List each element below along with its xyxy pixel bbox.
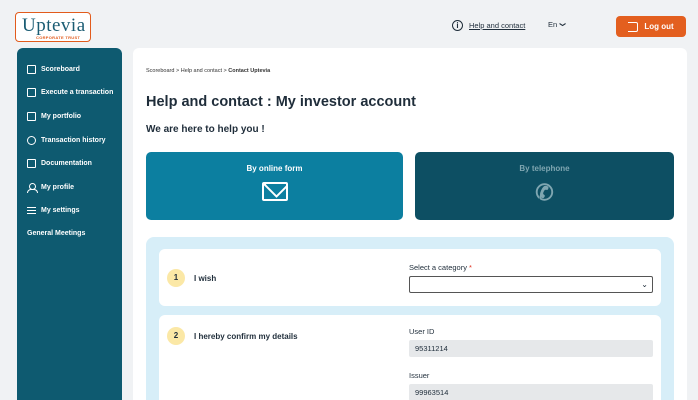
breadcrumb: Scoreboard > Help and contact > Contact … (146, 68, 270, 74)
category-label-text: Select a category (409, 263, 467, 272)
issuer-field: 99963514 (409, 384, 653, 400)
sidebar-item-documentation[interactable]: Documentation (27, 159, 92, 168)
sidebar-item-label: My profile (41, 184, 75, 191)
sidebar-item-label: General Meetings (27, 230, 86, 237)
step-wish-card: 1 I wish Select a category * ⌄ (159, 249, 661, 306)
step-number-badge: 1 (167, 269, 185, 287)
mail-icon (261, 182, 288, 201)
logout-button[interactable]: Log out (616, 16, 686, 37)
sidebar-item-general-meetings[interactable]: General Meetings (27, 230, 85, 237)
settings-icon (27, 206, 36, 215)
transaction-icon (27, 88, 36, 97)
step-number-badge: 2 (167, 327, 185, 345)
step-confirm-details-card: 2 I hereby confirm my details User ID 95… (159, 315, 661, 400)
contact-form: 1 I wish Select a category * ⌄ 2 I hereb… (146, 237, 674, 400)
sidebar-item-label: Scoreboard (41, 66, 80, 73)
sidebar-item-label: Execute a transaction (41, 89, 114, 96)
profile-icon (27, 183, 38, 193)
sidebar-item-label: My settings (41, 207, 80, 214)
category-select[interactable]: ⌄ (409, 276, 653, 293)
user-id-label: User ID (409, 327, 435, 336)
main-content: Scoreboard > Help and contact > Contact … (133, 48, 687, 400)
document-icon (27, 159, 36, 168)
portfolio-icon (27, 112, 36, 121)
breadcrumb-separator: > (223, 68, 227, 74)
step-label: I wish (194, 274, 217, 283)
sidebar-item-label: My portfolio (41, 113, 82, 120)
logout-icon (628, 21, 639, 32)
page-subtitle: We are here to help you ! (146, 124, 265, 135)
sidebar-item-label: Documentation (41, 160, 92, 167)
user-id-field: 95311214 (409, 340, 653, 357)
sidebar-item-my-profile[interactable]: My profile (27, 183, 75, 193)
tab-telephone-label: By telephone (519, 164, 570, 173)
logout-label: Log out (644, 22, 674, 31)
dashboard-icon (27, 65, 36, 74)
chevron-down-icon: ❯ (559, 21, 566, 28)
chevron-down-icon: ⌄ (641, 280, 648, 289)
sidebar: Scoreboard Execute a transaction My port… (17, 48, 122, 400)
logo-text: Uptevia (22, 15, 86, 36)
required-mark: * (469, 263, 472, 272)
language-selector[interactable]: En ❯ (548, 20, 565, 29)
tab-online-form[interactable]: By online form (146, 152, 403, 220)
category-label: Select a category * (409, 263, 472, 272)
tab-telephone[interactable]: By telephone ✆ (415, 152, 674, 220)
sidebar-item-scoreboard[interactable]: Scoreboard (27, 65, 80, 74)
breadcrumb-scoreboard[interactable]: Scoreboard (146, 68, 174, 74)
issuer-label: Issuer (409, 371, 430, 380)
phone-icon: ✆ (535, 180, 554, 205)
help-link-label: Help and contact (469, 21, 526, 30)
page-title: Help and contact : My investor account (146, 94, 416, 110)
sidebar-item-transaction-history[interactable]: Transaction history (27, 136, 106, 145)
uptevia-logo[interactable]: Uptevia CORPORATE TRUST (15, 12, 91, 42)
sidebar-item-label: Transaction history (41, 137, 106, 144)
breadcrumb-separator: > (175, 68, 180, 74)
history-icon (27, 136, 36, 145)
header: Uptevia CORPORATE TRUST i Help and conta… (0, 0, 698, 48)
sidebar-item-execute-transaction[interactable]: Execute a transaction (27, 88, 113, 97)
logo-subtext: CORPORATE TRUST (36, 35, 81, 40)
breadcrumb-current: Contact Uptevia (228, 68, 271, 74)
tab-online-form-label: By online form (246, 164, 303, 173)
language-label: En (548, 20, 558, 29)
sidebar-item-my-settings[interactable]: My settings (27, 206, 80, 215)
step-label: I hereby confirm my details (194, 332, 298, 341)
info-icon: i (452, 20, 463, 31)
sidebar-item-my-portfolio[interactable]: My portfolio (27, 112, 81, 121)
breadcrumb-help[interactable]: Help and contact (181, 68, 222, 74)
help-and-contact-link[interactable]: i Help and contact (452, 20, 525, 31)
